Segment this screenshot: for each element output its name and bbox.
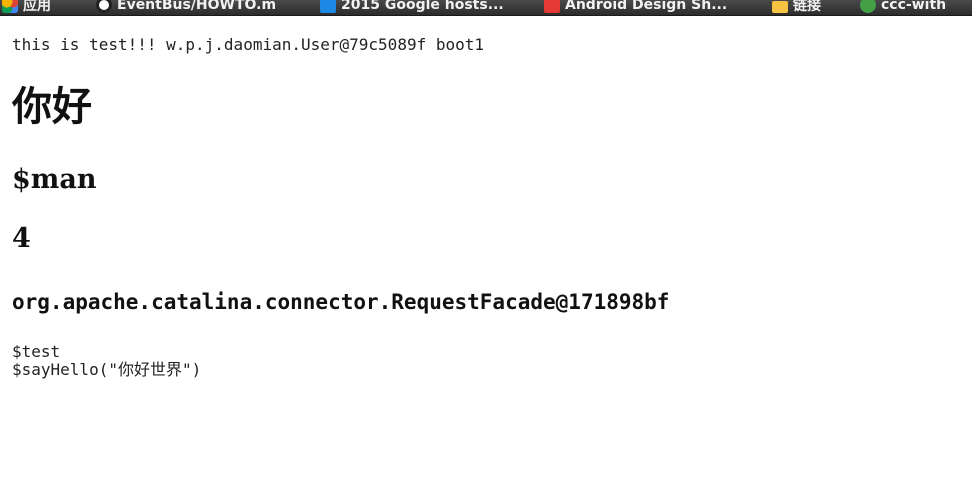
template-output-block: $test $sayHello("你好世界") [12,343,962,379]
bookmark-label: Android Design Sh... [565,0,728,13]
page-content: this is test!!! w.p.j.daomian.User@79c50… [12,36,962,379]
bookmark-google-hosts[interactable]: 2015 Google hosts... [320,0,504,15]
green-bookmark-icon [860,0,876,13]
bookmark-eventbus[interactable]: EventBus/HOWTO.m [96,0,276,15]
bookmark-label: EventBus/HOWTO.m [117,0,277,13]
apps-grid-icon [2,0,18,13]
test-output-line: this is test!!! w.p.j.daomian.User@79c50… [12,35,485,54]
heading-hello: 你好 [12,83,92,130]
bookmark-label: 2015 Google hosts... [341,0,504,13]
bookmark-links-folder[interactable]: 链接 [772,0,821,15]
say-hello-line: $sayHello("你好世界") [12,360,202,379]
test-variable-line: $test [12,342,61,361]
github-icon [96,0,112,13]
red-bookmark-icon [544,0,560,13]
folder-icon [772,0,788,13]
bookmark-label: 应用 [23,0,51,14]
bookmark-label: ссс-with [881,0,947,13]
bookmark-android-design[interactable]: Android Design Sh... [544,0,727,15]
heading-man-variable: $man [12,164,97,195]
bookmarks-bar: 应用 EventBus/HOWTO.m 2015 Google hosts...… [0,0,972,16]
heading-request-facade: org.apache.catalina.connector.RequestFac… [12,290,670,314]
heading-number: 4 [12,223,31,254]
bookmark-ccc-with[interactable]: ссс-with [860,0,946,15]
blue-bookmark-icon [320,0,336,13]
bookmark-label: 链接 [793,0,821,14]
bookmark-apps[interactable]: 应用 [2,0,51,15]
